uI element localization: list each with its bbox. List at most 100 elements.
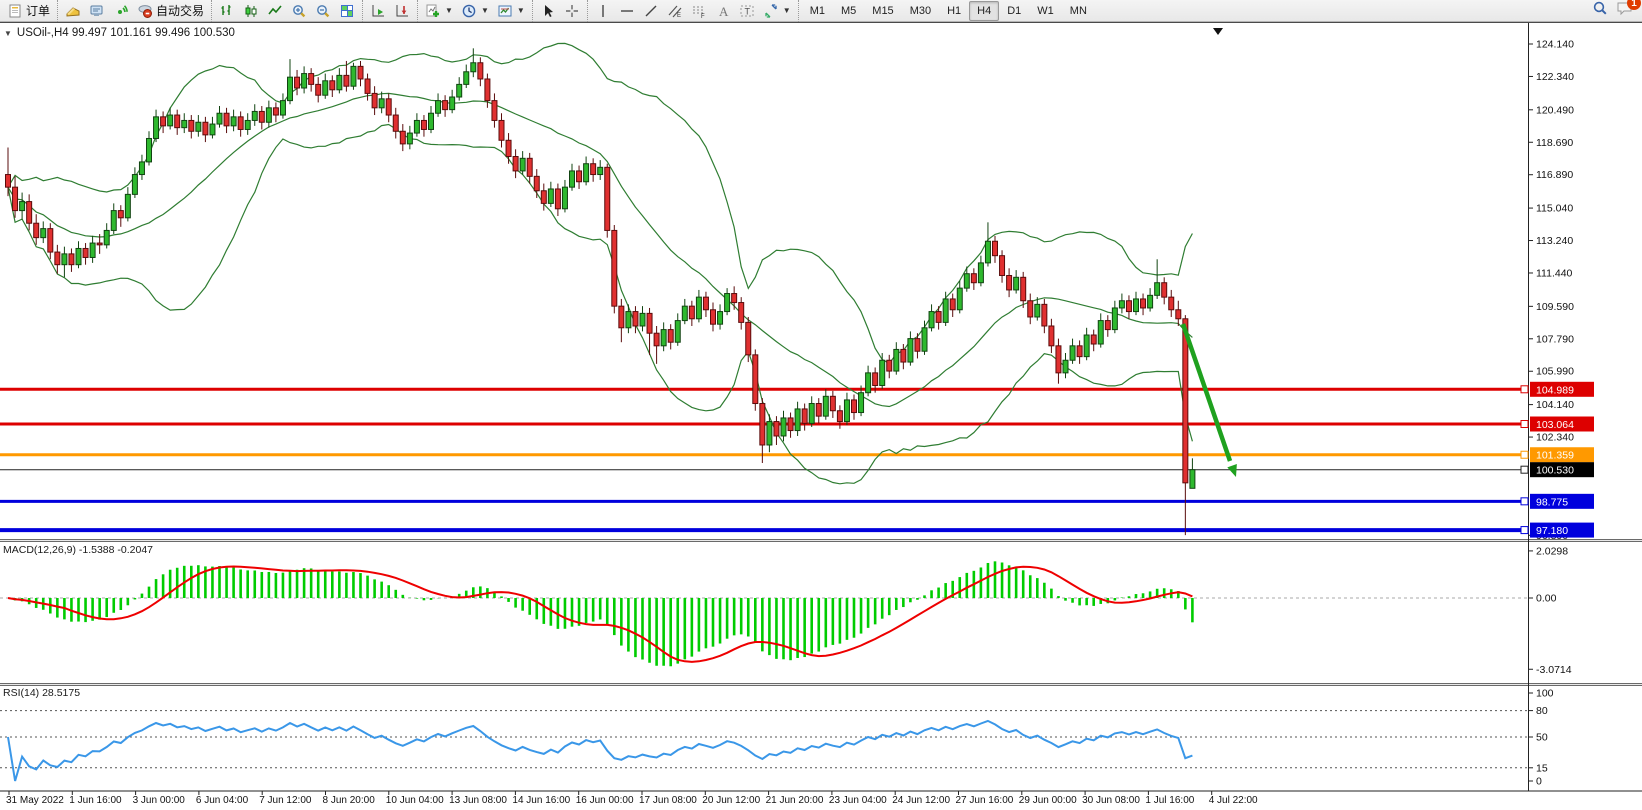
date-tick-label: 1 Jul 16:00 <box>1145 795 1194 806</box>
price-badge-101.359[interactable]: 101.359 <box>1521 447 1594 462</box>
periods-button[interactable]: ▼ <box>457 1 493 21</box>
time-axis[interactable]: 31 May 20221 Jun 16:003 Jun 00:006 Jun 0… <box>6 791 1258 806</box>
rsi-tick-label: 80 <box>1536 705 1548 717</box>
price-axis[interactable]: 124.140122.340120.490118.690116.890115.0… <box>1521 39 1594 788</box>
svg-text:E: E <box>677 13 681 19</box>
zoom-in-button[interactable] <box>287 1 311 21</box>
candle-chart-button[interactable] <box>239 1 263 21</box>
price-badge-98.775[interactable]: 98.775 <box>1521 494 1594 509</box>
textA-icon: A <box>715 3 731 19</box>
price-tick-label: 111.440 <box>1536 267 1573 279</box>
fibonacci-button[interactable]: F <box>687 1 711 21</box>
chart-canvas[interactable]: 124.140122.340120.490118.690116.890115.0… <box>0 23 1642 810</box>
bollinger-bands <box>8 43 1192 483</box>
timeframe-d1-button[interactable]: D1 <box>999 1 1029 21</box>
date-tick-label: 16 Jun 00:00 <box>576 795 634 806</box>
indicators-button[interactable]: ▼ <box>421 1 457 21</box>
chat-icon[interactable]: 1 <box>1616 0 1634 21</box>
svg-text:101.359: 101.359 <box>1536 450 1574 462</box>
price-badge-104.989[interactable]: 104.989 <box>1521 382 1594 397</box>
price-badge-100.53[interactable]: 100.530 <box>1521 462 1594 477</box>
toolbar-group: 订单 <box>0 0 57 22</box>
line-chart-button[interactable] <box>263 1 287 21</box>
chevron-down-icon[interactable]: ▼ <box>4 29 12 38</box>
date-tick-label: 8 Jun 20:00 <box>323 795 376 806</box>
crosshair-button[interactable] <box>560 1 584 21</box>
price-tick-label: 124.140 <box>1536 39 1574 51</box>
price-badge-103.064[interactable]: 103.064 <box>1521 417 1594 432</box>
price-tick-label: 104.140 <box>1536 399 1574 411</box>
date-tick-label: 6 Jun 04:00 <box>196 795 249 806</box>
zoom-in-icon <box>291 3 307 19</box>
chevron-down-icon[interactable]: ▼ <box>517 6 525 15</box>
mql5-community-button[interactable] <box>85 1 109 21</box>
new-order-button-label: 订单 <box>26 2 50 19</box>
candles-icon <box>243 3 259 19</box>
chart-title: USOil-,H4 99.497 101.161 99.496 100.530 <box>17 27 235 39</box>
svg-text:100.530: 100.530 <box>1536 465 1574 477</box>
cursor-button[interactable] <box>536 1 560 21</box>
auto-scroll-button[interactable] <box>366 1 390 21</box>
timeframe-h4-button[interactable]: H4 <box>969 1 999 21</box>
templates-button[interactable]: ▼ <box>493 1 529 21</box>
chevron-down-icon[interactable]: ▼ <box>481 6 489 15</box>
bar-chart-button[interactable] <box>215 1 239 21</box>
date-tick-label: 31 May 2022 <box>6 795 64 806</box>
crosshair-icon <box>564 3 580 19</box>
bars-icon <box>219 3 235 19</box>
zoom-out-icon <box>315 3 331 19</box>
price-tick-label: 120.490 <box>1536 104 1574 116</box>
cursor-icon <box>540 3 556 19</box>
chart-shift-marker[interactable] <box>1213 28 1223 35</box>
rsi-line <box>8 721 1192 781</box>
date-tick-label: 29 Jun 00:00 <box>1019 795 1077 806</box>
date-tick-label: 20 Jun 12:00 <box>702 795 760 806</box>
chevron-down-icon[interactable]: ▼ <box>783 6 791 15</box>
timeframe-m5-button[interactable]: M5 <box>833 1 864 21</box>
channel-button[interactable]: E <box>663 1 687 21</box>
timeframe-h1-button[interactable]: H1 <box>939 1 969 21</box>
date-tick-label: 21 Jun 20:00 <box>766 795 824 806</box>
text-button[interactable]: A <box>711 1 735 21</box>
macd-indicator-label: MACD(12,26,9) -1.5388 -0.2047 <box>3 544 153 556</box>
timeframe-mn-button[interactable]: MN <box>1062 1 1095 21</box>
price-tick-label: 115.040 <box>1536 203 1573 215</box>
zoom-out-button[interactable] <box>311 1 335 21</box>
chart-area[interactable]: ▼ USOil-,H4 99.497 101.161 99.496 100.53… <box>0 22 1642 810</box>
rsi-tick-label: 50 <box>1536 732 1548 744</box>
svg-text:F: F <box>701 14 705 19</box>
gold-icon <box>65 3 81 19</box>
label-button[interactable]: T <box>735 1 759 21</box>
date-tick-label: 24 Jun 12:00 <box>892 795 950 806</box>
chevron-down-icon[interactable]: ▼ <box>445 6 453 15</box>
new-order-icon <box>7 3 23 19</box>
chart-shift-button[interactable] <box>390 1 414 21</box>
timeframe-m15-button[interactable]: M15 <box>864 1 901 21</box>
date-tick-label: 14 Jun 16:00 <box>512 795 570 806</box>
tile-windows-button[interactable] <box>335 1 359 21</box>
date-tick-label: 4 Jul 22:00 <box>1209 795 1258 806</box>
signals-button[interactable] <box>109 1 133 21</box>
arrows-button[interactable]: ▼ <box>759 1 795 21</box>
horizontal-line-button[interactable] <box>615 1 639 21</box>
vertical-line-button[interactable] <box>591 1 615 21</box>
channel-icon: E <box>667 3 683 19</box>
charts-gold-button[interactable] <box>61 1 85 21</box>
date-tick-label: 1 Jun 16:00 <box>69 795 122 806</box>
date-tick-label: 17 Jun 08:00 <box>639 795 697 806</box>
chart-title-row: ▼ USOil-,H4 99.497 101.161 99.496 100.53… <box>4 27 235 39</box>
price-badge-97.18[interactable]: 97.180 <box>1521 523 1594 538</box>
search-icon[interactable] <box>1592 0 1608 21</box>
timeframe-w1-button[interactable]: W1 <box>1029 1 1062 21</box>
trendline-button[interactable] <box>639 1 663 21</box>
price-tick-label: 113.240 <box>1536 235 1573 247</box>
new-order-button[interactable]: 订单 <box>3 1 54 21</box>
svg-text:104.989: 104.989 <box>1536 384 1574 396</box>
timeframe-m1-button[interactable]: M1 <box>802 1 833 21</box>
unread-count-badge: 1 <box>1627 0 1641 10</box>
rsi-tick-label: 100 <box>1536 688 1554 700</box>
autotrading-button[interactable]: 自动交易 <box>133 1 208 21</box>
autotrading-button-label: 自动交易 <box>156 2 204 19</box>
autotrading-icon <box>137 3 153 19</box>
timeframe-m30-button[interactable]: M30 <box>902 1 939 21</box>
